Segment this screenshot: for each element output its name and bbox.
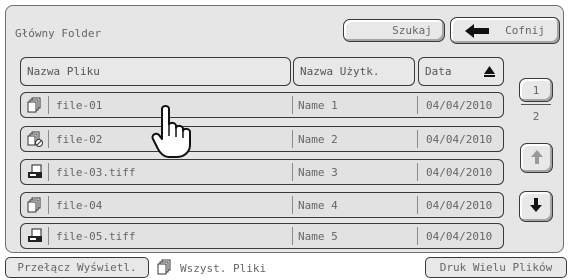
arrow-down-icon xyxy=(530,198,542,215)
row-divider xyxy=(292,227,293,245)
row-divider xyxy=(48,96,49,114)
file-stack-no-icon xyxy=(27,131,43,147)
column-header-file-name-label: Nazwa Pliku xyxy=(27,65,100,78)
row-user-name: Name 1 xyxy=(298,98,338,112)
scan-document-icon xyxy=(27,164,43,180)
row-divider xyxy=(417,196,418,214)
back-button-label: Cofnij xyxy=(505,24,545,37)
table-row[interactable]: file-01 Name 1 04/04/2010 xyxy=(20,92,504,118)
search-button-label: Szukaj xyxy=(392,24,432,37)
search-button[interactable]: Szukaj xyxy=(343,19,445,42)
column-header-date[interactable]: Data xyxy=(418,57,504,86)
page-down-button[interactable] xyxy=(519,191,553,222)
row-user-name: Name 2 xyxy=(298,132,338,146)
all-files-label: Wszyst. Pliki xyxy=(180,262,267,275)
table-row[interactable]: file-05.tiff Name 5 04/04/2010 xyxy=(20,223,504,249)
row-user-name: Name 3 xyxy=(298,165,338,179)
row-divider xyxy=(292,96,293,114)
current-page: 1 xyxy=(532,83,540,97)
table-row[interactable]: file-04 Name 4 04/04/2010 xyxy=(20,192,504,218)
column-header-file-name[interactable]: Nazwa Pliku xyxy=(20,57,291,86)
row-user-name: Name 5 xyxy=(298,229,338,243)
scan-document-icon xyxy=(27,228,43,244)
row-divider xyxy=(292,163,293,181)
table-row[interactable]: file-02 Name 2 04/04/2010 xyxy=(20,126,504,152)
row-file-name: file-03.tiff xyxy=(56,165,136,179)
arrow-up-icon xyxy=(530,149,543,167)
row-divider xyxy=(417,227,418,245)
column-header-user-name-label: Nazwa Użytk. xyxy=(300,65,380,78)
row-date: 04/04/2010 xyxy=(426,165,493,179)
row-divider xyxy=(417,163,418,181)
hand-pointer-icon xyxy=(150,103,196,159)
back-button[interactable]: Cofnij xyxy=(450,17,560,44)
row-file-name: file-05.tiff xyxy=(56,229,136,243)
switch-view-label: Przełącz Wyświetl. xyxy=(17,261,137,274)
row-file-name: file-04 xyxy=(56,198,103,212)
row-date: 04/04/2010 xyxy=(426,132,493,146)
file-stack-icon xyxy=(27,197,43,213)
row-date: 04/04/2010 xyxy=(426,229,493,243)
row-file-name: file-02 xyxy=(56,132,103,146)
page-up-button[interactable] xyxy=(520,143,553,173)
triangle-up-icon xyxy=(484,66,495,80)
row-divider xyxy=(48,163,49,181)
row-divider xyxy=(292,196,293,214)
file-stack-icon xyxy=(27,97,43,113)
pager-divider xyxy=(521,104,551,105)
column-header-date-label: Data xyxy=(425,65,452,78)
row-file-name: file-01 xyxy=(56,98,103,112)
row-date: 04/04/2010 xyxy=(426,198,493,212)
back-arrow-icon xyxy=(465,23,491,38)
row-divider xyxy=(417,130,418,148)
switch-view-button[interactable]: Przełącz Wyświetl. xyxy=(5,257,149,278)
column-header-user-name[interactable]: Nazwa Użytk. xyxy=(293,57,415,86)
folder-title: Główny Folder xyxy=(15,27,102,40)
row-divider xyxy=(48,130,49,148)
page-number-button[interactable]: 1 xyxy=(519,78,553,102)
file-stack-icon xyxy=(157,259,173,275)
total-pages: 2 xyxy=(532,110,540,123)
table-row[interactable]: file-03.tiff Name 3 04/04/2010 xyxy=(20,159,504,185)
batch-print-label: Druk Wielu Plików xyxy=(439,261,553,274)
row-divider xyxy=(48,196,49,214)
batch-print-button[interactable]: Druk Wielu Plików xyxy=(425,257,567,278)
row-date: 04/04/2010 xyxy=(426,98,493,112)
row-divider xyxy=(292,130,293,148)
row-divider xyxy=(417,96,418,114)
row-user-name: Name 4 xyxy=(298,198,338,212)
row-divider xyxy=(48,227,49,245)
